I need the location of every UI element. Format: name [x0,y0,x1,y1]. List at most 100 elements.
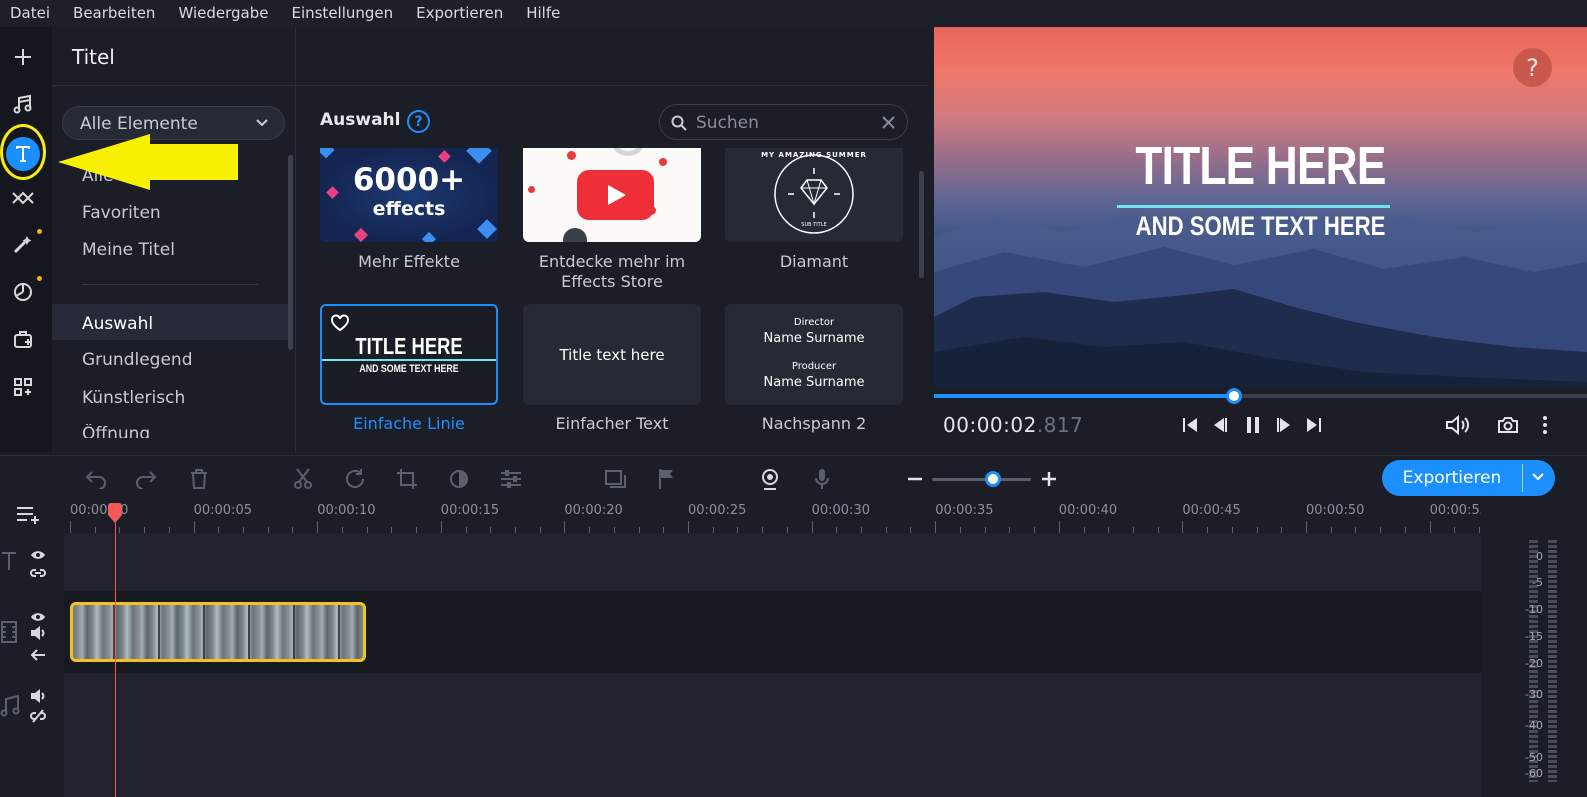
add-track-icon[interactable] [16,505,42,529]
menu-bar: Datei Bearbeiten Wiedergabe Einstellunge… [0,0,1587,26]
search-input[interactable] [696,112,876,134]
webcam-record-icon[interactable] [758,467,782,491]
redo-icon[interactable] [135,467,159,491]
card-diamant[interactable]: MY AMAZING SUMMER SUB TITLE [725,148,903,242]
content-scrollbar[interactable] [919,171,924,278]
category-divider [82,284,258,285]
card-more-effects[interactable]: 6000+ effects [320,148,498,242]
menu-einstellungen[interactable]: Einstellungen [291,4,393,22]
card-thumb-text: effects [372,198,446,220]
store-icon[interactable] [10,326,36,352]
volume-icon[interactable] [1445,414,1471,436]
category-meine-titel[interactable]: Meine Titel [82,240,175,260]
category-scrollbar[interactable] [288,155,293,350]
chevron-down-icon[interactable] [1532,473,1544,482]
next-frame-icon[interactable] [1273,414,1295,436]
export-button[interactable]: Exportieren [1382,460,1555,496]
audio-track-icon [0,694,20,721]
link-icon[interactable] [30,564,46,583]
menu-wiedergabe[interactable]: Wiedergabe [178,4,268,22]
transitions-icon[interactable] [10,185,36,211]
ruler-label: 00:00:10 [317,503,376,518]
skip-to-start-icon[interactable] [1179,414,1201,436]
clip-properties-icon[interactable] [499,467,523,491]
speaker-icon[interactable] [30,625,46,644]
ruler-label: 00:00:55 [1429,503,1481,518]
visibility-eye-icon[interactable] [30,545,46,564]
previous-frame-icon[interactable] [1209,414,1231,436]
more-options-icon[interactable] [1535,414,1555,436]
menu-hilfe[interactable]: Hilfe [526,4,560,22]
favorite-heart-icon[interactable] [330,314,350,332]
ruler-tick [1306,521,1307,533]
snapshot-camera-icon[interactable] [1497,414,1519,436]
category-kuenstlerisch[interactable]: Künstlerisch [82,388,185,408]
color-adjust-icon[interactable] [447,467,471,491]
visibility-eye-icon[interactable] [30,607,46,626]
skip-to-end-icon[interactable] [1303,414,1325,436]
help-icon[interactable]: ? [407,110,430,133]
undo-icon[interactable] [83,467,107,491]
title-track-icon [0,551,18,575]
zoom-in-icon[interactable] [1037,467,1061,491]
music-icon[interactable] [10,91,36,117]
category-auswahl[interactable]: Auswahl [82,314,153,334]
ruler-label: 00:00:20 [564,503,623,518]
unlink-icon[interactable] [30,708,46,727]
search-box[interactable] [659,104,908,140]
category-grundlegend[interactable]: Grundlegend [82,350,193,370]
pause-icon[interactable] [1242,414,1264,436]
category-oeffnung[interactable]: Öffnung [82,424,150,438]
panel-title: Titel [72,45,115,69]
preview-cyan-line [1117,205,1390,208]
category-favoriten[interactable]: Favoriten [82,203,161,223]
stickers-icon[interactable] [10,279,36,305]
magic-wand-icon[interactable] [10,231,36,257]
audio-track[interactable] [64,673,1481,797]
card-thumb-text: MY AMAZING SUMMER [761,151,867,159]
card-thumb-text: Name Surname [763,375,865,390]
card-effects-store[interactable] [523,148,701,242]
zoom-out-icon[interactable] [903,467,927,491]
microphone-icon[interactable] [810,467,834,491]
card-einfache-linie[interactable]: TITLE HERE AND SOME TEXT HERE [320,304,498,405]
progress-knob[interactable] [1226,388,1243,404]
menu-bearbeiten[interactable]: Bearbeiten [73,4,155,22]
rotate-icon[interactable] [343,467,367,491]
card-thumb-text: Director [793,317,835,328]
help-button[interactable]: ? [1513,48,1552,87]
speaker-icon[interactable] [30,688,46,707]
dropdown-value: Alle Elemente [80,114,198,134]
meter-db-label: -15 [1525,630,1543,643]
timeline-ruler[interactable]: 00:00:00 00:00:05 00:00:10 00:00:15 00:00:20… [64,503,1481,533]
video-preview[interactable]: TITLE HERE AND SOME TEXT HERE ? [934,27,1587,387]
clear-search-icon[interactable] [882,116,895,129]
ruler-tick [440,521,442,533]
menu-datei[interactable]: Datei [10,4,50,22]
card-caption: Mehr Effekte [358,252,460,271]
card-caption: Einfache Linie [353,414,465,433]
meter-bar-right [1548,540,1557,782]
cut-icon[interactable] [291,467,315,491]
slideshow-icon[interactable] [603,467,627,491]
title-track[interactable] [64,533,1481,591]
ruler-label: 00:00:15 [440,503,500,518]
arrow-left-icon[interactable] [30,646,46,665]
add-media-icon[interactable] [10,44,36,70]
playback-progress-bar[interactable] [934,388,1587,404]
delete-icon[interactable] [187,467,211,491]
export-label: Exportieren [1402,468,1502,488]
more-tools-icon[interactable] [10,374,36,400]
menu-exportieren[interactable]: Exportieren [416,4,503,22]
card-einfacher-text[interactable]: Title text here [523,304,701,405]
marker-flag-icon[interactable] [655,467,679,491]
zoom-slider[interactable] [932,478,1031,481]
card-caption: Diamant [779,252,849,271]
crop-icon[interactable] [395,467,419,491]
preview-subtitle-text: AND SOME TEXT HERE [1135,211,1386,241]
mountain-landscape [934,207,1587,387]
ruler-tick [935,521,937,533]
ruler-tick [564,521,566,533]
zoom-slider-knob[interactable] [985,471,1002,487]
card-nachspann-2[interactable]: Director Name Surname Producer Name Surn… [725,304,903,405]
